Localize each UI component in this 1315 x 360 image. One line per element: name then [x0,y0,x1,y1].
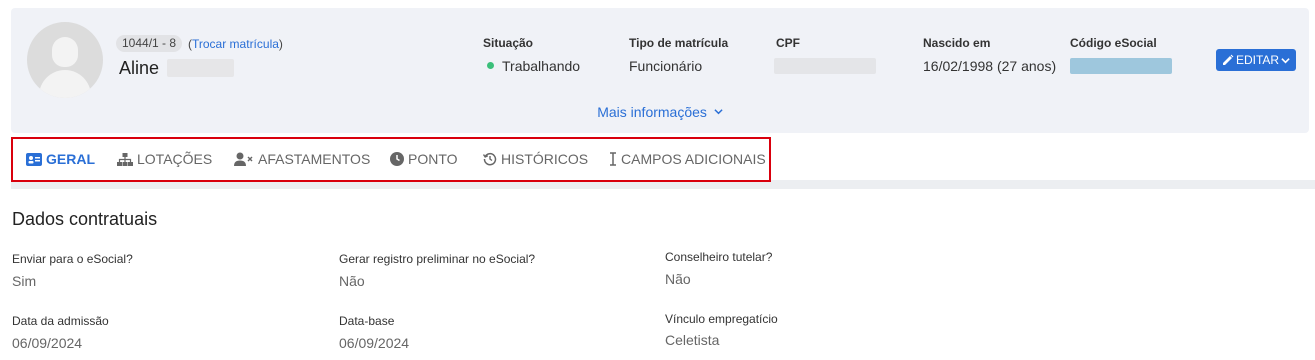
send-esocial-label: Enviar para o eSocial? [12,252,133,266]
chevron-down-icon [1281,57,1290,63]
employment-bond-label: Vínculo empregatício [665,312,778,326]
type-label: Tipo de matrícula [629,36,729,50]
more-info-label: Mais informações [597,104,707,120]
guardian-council-label: Conselheiro tutelar? [665,250,773,264]
avatar-head-shape [52,37,78,67]
esocial-label: Código eSocial [1070,36,1157,50]
id-card-icon [26,152,42,166]
avatar [27,22,103,98]
edit-button[interactable]: EDITAR [1216,49,1296,71]
admission-date-value: 06/09/2024 [12,335,83,351]
situation-text: Trabalhando [502,58,581,74]
admission-date-label: Data da admissão [12,314,109,328]
send-esocial-value: Sim [12,273,37,289]
tab-campos-adicionais[interactable]: CAMPOS ADICIONAIS [609,151,766,167]
tab-lotacoes-label: LOTAÇÕES [137,151,213,167]
edit-button-label: EDITAR [1235,53,1280,67]
born-label: Nascido em [923,36,991,50]
born-value: 16/02/1998 (27 anos) [923,58,1057,74]
tab-afastamentos[interactable]: AFASTAMENTOS [234,151,370,167]
situation-value: Trabalhando [487,58,580,74]
change-registration: (Trocar matrícula) [188,37,283,51]
base-date-label: Data-base [339,314,395,328]
change-registration-link[interactable]: Trocar matrícula [192,37,279,51]
more-info-link[interactable]: Mais informações [11,104,1309,120]
tab-historicos-label: HISTÓRICOS [501,151,589,167]
avatar-body-shape [39,70,91,98]
employment-bond-value: Celetista [665,332,720,348]
preliminary-record-value: Não [339,273,365,289]
preliminary-record-label: Gerar registro preliminar no eSocial? [339,252,536,266]
base-date-value: 06/09/2024 [339,335,410,351]
cpf-label: CPF [776,36,800,50]
section-title: Dados contratuais [12,209,158,229]
tab-lotacoes[interactable]: LOTAÇÕES [117,151,212,167]
history-icon [483,152,497,166]
user-x-icon [234,152,253,166]
tab-ponto-label: PONTO [408,151,458,167]
tab-campos-adicionais-label: CAMPOS ADICIONAIS [621,151,766,167]
redacted-cpf [774,58,876,74]
redacted-esocial-code [1070,58,1172,74]
tab-ponto[interactable]: PONTO [390,151,458,167]
guardian-council-value: Não [665,271,691,287]
employee-header: 1044/1 - 8 (Trocar matrícula) Aline Situ… [11,8,1309,133]
tab-historicos[interactable]: HISTÓRICOS [483,151,588,167]
clock-icon [390,152,404,166]
tab-afastamentos-label: AFASTAMENTOS [258,151,371,167]
status-dot-icon [487,62,494,69]
registration-badge: 1044/1 - 8 [116,35,183,52]
situation-label: Situação [483,36,534,50]
type-value: Funcionário [629,58,703,74]
tab-geral[interactable]: GERAL [26,151,95,167]
tab-geral-label: GERAL [46,151,95,167]
redacted-last-name [167,59,234,77]
tab-bar: GERAL LOTAÇÕES AFASTAMENTOS PONTO HISTÓR… [11,137,771,182]
sitemap-icon [117,152,133,166]
employee-name: Aline [119,58,160,78]
text-cursor-icon [610,152,616,166]
pencil-icon [1222,54,1234,65]
chevron-down-icon [714,109,723,115]
